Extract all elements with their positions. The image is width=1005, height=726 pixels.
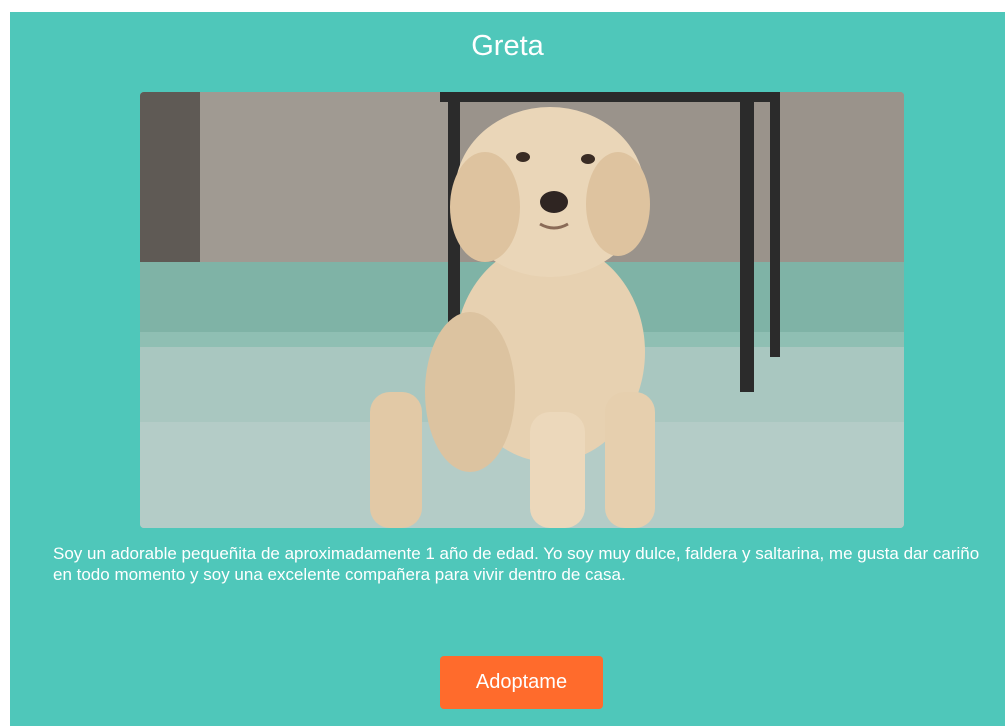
dog-photo-illustration [140,92,904,528]
pet-card: Greta Soy un adorable pequeñita de aprox… [10,12,1005,726]
adopt-button[interactable]: Adoptame [440,656,603,709]
pet-photo [140,92,904,528]
pet-description: Soy un adorable pequeñita de aproximadam… [53,544,980,584]
pet-name: Greta [471,30,544,62]
